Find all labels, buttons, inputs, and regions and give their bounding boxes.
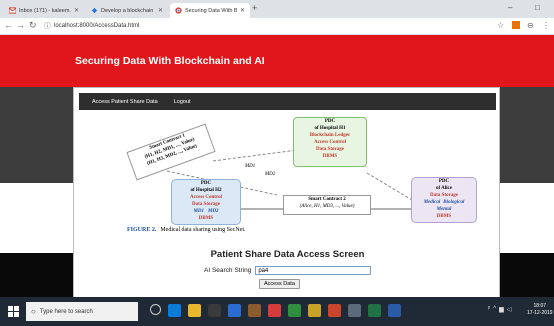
taskbar-apps [150, 304, 401, 317]
pdc-title: PDC [200, 181, 212, 186]
pdc-row: Data Storage [192, 202, 220, 207]
site-title: Securing Data With Blockchain and AI [75, 55, 265, 67]
profile-icon[interactable]: ⊖ [527, 21, 534, 30]
search-row: AI Search String [204, 266, 372, 275]
pdc-subtitle: of Alice [436, 186, 452, 191]
menu-logout[interactable]: Logout [174, 99, 191, 105]
pdc-subtitle: of Hospital H2 [190, 188, 222, 193]
taskbar-search-placeholder: Type here to search [39, 308, 93, 315]
address-bar[interactable]: ⓘ localhost:8000/AccessData.html [44, 21, 139, 31]
contract-row: (Alice, H1, MD3, ..., Value) [299, 204, 355, 209]
tab-blockchain-app[interactable]: Develop a blockchain application ✕ [86, 3, 168, 18]
webpage-icon [91, 7, 98, 14]
clock-date: 17-12-2019 [527, 310, 553, 316]
browser-toolbar: ← → ↻ ⓘ localhost:8000/AccessData.html ☆… [0, 18, 554, 35]
pdc-item: Medical [423, 200, 441, 205]
sharing-diagram-figure: Smart Contract 1 (H1, H2, MD1, ..., Valu… [105, 115, 485, 233]
forward-arrow-icon[interactable]: → [16, 20, 25, 30]
pdc-hospital-h1: PDC of Hospital H1 Blockchain Ledger Acc… [293, 117, 367, 167]
info-icon[interactable]: ⓘ [44, 21, 51, 31]
task-view-icon[interactable] [150, 304, 161, 315]
app-icon[interactable] [388, 304, 401, 317]
pdc-row: Access Control [314, 140, 346, 145]
menu-bar: Access Patient Share Data Logout [79, 93, 496, 110]
app-icon[interactable] [288, 304, 301, 317]
tab-label: Inbox (171) - kaleem.mmd@gm [19, 7, 71, 14]
chevron-up-icon[interactable]: ^ [493, 306, 496, 313]
pdc-row: Data Storage [430, 193, 458, 198]
figure-caption-label: FIGURE 2. [127, 227, 157, 233]
pdc-hospital-h2: PDC of Hospital H2 Access Control Data S… [171, 179, 241, 225]
reload-icon[interactable]: ↻ [29, 20, 37, 31]
chrome-icon[interactable] [268, 304, 281, 317]
search-input[interactable] [255, 266, 372, 275]
close-icon[interactable]: ✕ [240, 7, 245, 14]
pdc-row: DBMS [436, 214, 452, 219]
menu-access-patient-share-data[interactable]: Access Patient Share Data [92, 99, 158, 105]
maximize-icon[interactable]: □ [535, 3, 540, 12]
app-icon[interactable] [328, 304, 341, 317]
pdc-row: Access Control [190, 195, 222, 200]
access-data-button[interactable]: Access Data [259, 279, 300, 289]
extension-icon[interactable] [512, 21, 520, 31]
tab-securing-data[interactable]: Securing Data With Blockchain a ✕ [170, 3, 250, 18]
menu-icon[interactable]: ⋮ [542, 21, 550, 30]
page-heading: Patient Share Data Access Screen [210, 249, 365, 260]
pdc-title: PDC [438, 179, 450, 184]
clock-time: 18:07 [533, 303, 547, 309]
folder-icon[interactable] [188, 304, 201, 317]
chrome-icon [175, 7, 182, 14]
gmail-icon [9, 7, 16, 14]
star-icon[interactable]: ☆ [497, 21, 504, 30]
mail-icon[interactable] [228, 304, 241, 317]
browser-tabstrip: Inbox (171) - kaleem.mmd@gm ✕ Develop a … [0, 0, 554, 18]
address-text: localhost:8000/AccessData.html [54, 23, 140, 29]
pdc-row: DBMS [198, 216, 214, 221]
page-content: Securing Data With Blockchain and AI Acc… [0, 35, 554, 300]
close-icon[interactable]: ✕ [158, 7, 163, 14]
volume-icon[interactable]: ◁ [507, 306, 512, 313]
windows-start-icon[interactable] [8, 306, 19, 317]
arrow-label: MD1 [245, 164, 256, 169]
search-label: AI Search String [204, 267, 252, 274]
close-icon[interactable]: ✕ [74, 7, 79, 14]
windows-taskbar: ○ Type here to search ᵖ ^ ▆ ◁ 18:07 17-1… [0, 297, 554, 326]
arrow-label: MD2 [265, 172, 276, 177]
figure-caption-text: Medical data sharing using SecNet. [160, 227, 246, 233]
app-icon[interactable] [308, 304, 321, 317]
tab-inbox[interactable]: Inbox (171) - kaleem.mmd@gm ✕ [4, 3, 84, 18]
system-tray: ᵖ ^ ▆ ◁ [488, 306, 511, 313]
tab-label: Develop a blockchain application [101, 7, 155, 14]
taskbar-search-box[interactable]: ○ Type here to search [26, 302, 138, 321]
tab-label: Securing Data With Blockchain a [185, 7, 237, 14]
back-arrow-icon[interactable]: ← [4, 20, 13, 30]
app-icon[interactable] [348, 304, 361, 317]
minimize-icon[interactable]: – [508, 3, 512, 12]
content-card: Access Patient Share Data Logout Smart C… [73, 87, 500, 300]
app-icon[interactable] [248, 304, 261, 317]
search-icon: ○ [31, 307, 36, 316]
header-band: Securing Data With Blockchain and AI [0, 35, 554, 87]
pdc-row: Data Storage [316, 147, 344, 152]
edge-icon[interactable] [168, 304, 181, 317]
contract-title: Smart Contract 2 [308, 197, 346, 202]
app-icon[interactable] [368, 304, 381, 317]
pdc-alice: PDC of Alice Data Storage Medical Biolog… [411, 177, 477, 223]
pdc-title: PDC [324, 119, 336, 124]
network-icon[interactable]: ▆ [499, 306, 504, 313]
people-icon[interactable]: ᵖ [488, 306, 490, 313]
pdc-item: Mental [436, 207, 452, 212]
figure-caption: FIGURE 2. Medical data sharing using SecN… [127, 227, 246, 233]
pdc-item: MD1 [193, 209, 204, 214]
smart-contract-2: Smart Contract 2 (Alice, H1, MD3, ..., V… [283, 195, 371, 215]
store-icon[interactable] [208, 304, 221, 317]
pdc-subtitle: of Hospital H1 [314, 126, 346, 131]
pdc-row: DBMS [322, 154, 338, 159]
pdc-row: Blockchain Ledger [309, 133, 351, 138]
new-tab-button[interactable]: + [252, 3, 257, 13]
pdc-item: MD2 [208, 209, 219, 214]
taskbar-clock[interactable]: 18:07 17-12-2019 [527, 303, 553, 317]
pdc-item: Biological [443, 200, 465, 205]
